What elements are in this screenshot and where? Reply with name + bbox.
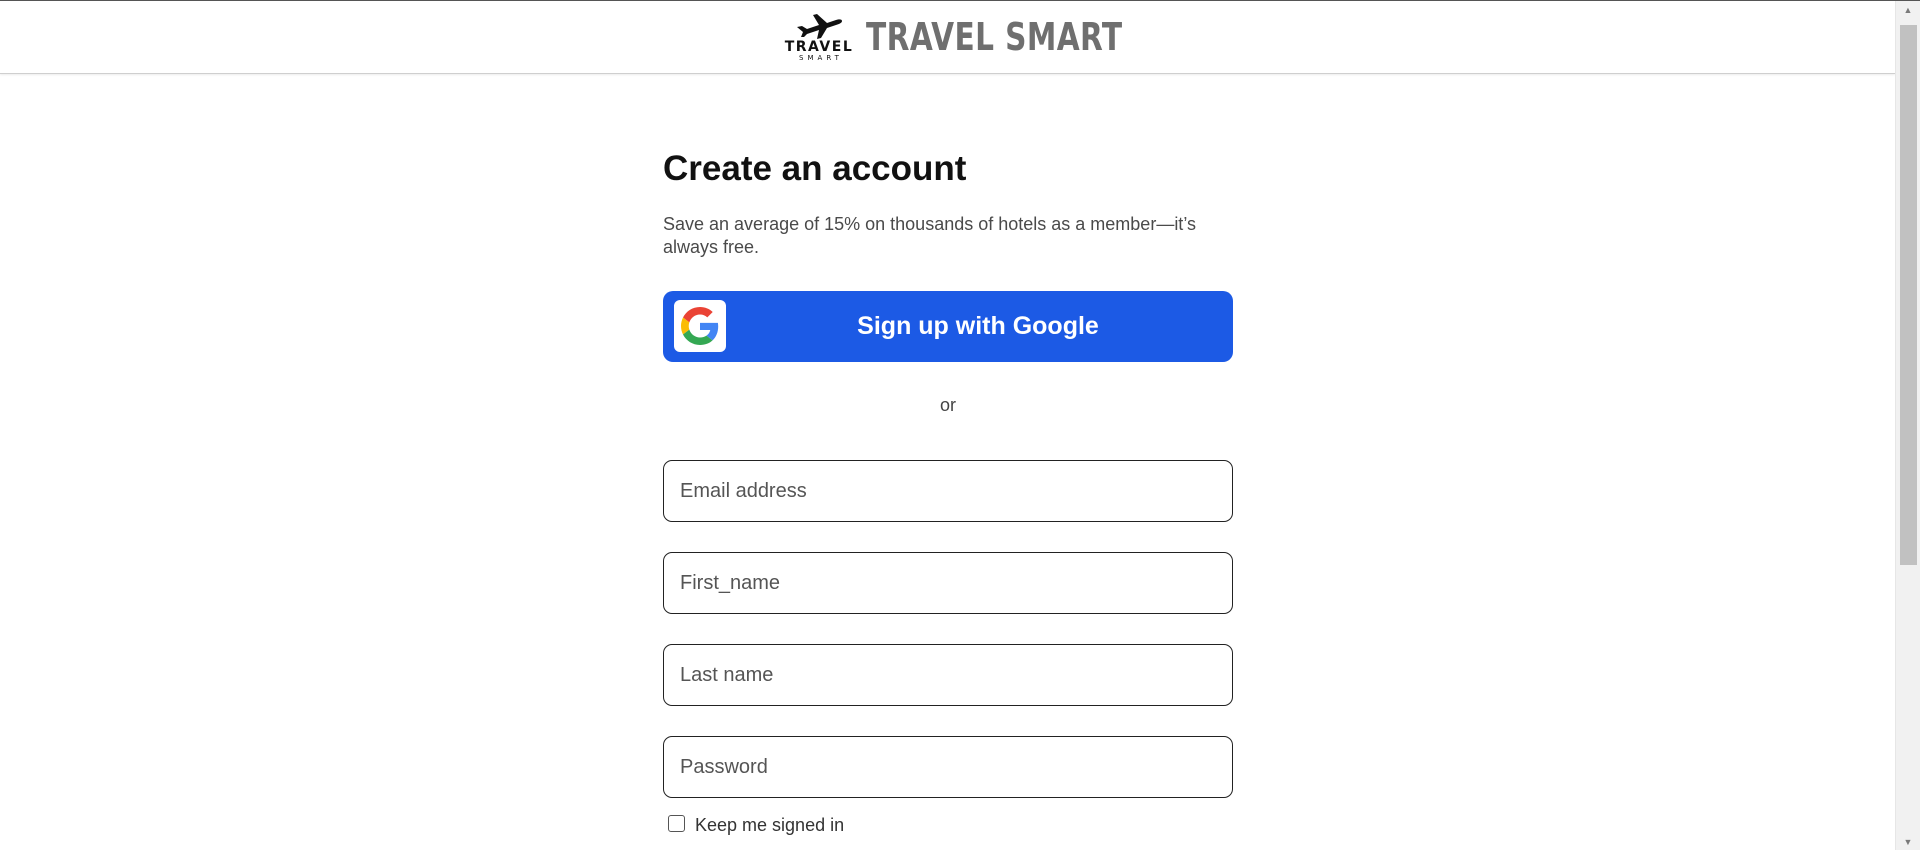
scroll-up-arrow-icon[interactable]: ▲: [1896, 1, 1920, 18]
page-subtitle: Save an average of 15% on thousands of h…: [663, 214, 1196, 257]
google-icon-box: [674, 300, 726, 352]
google-g-icon: [681, 307, 719, 345]
google-signup-label: Sign up with Google: [857, 312, 1099, 340]
keep-signed-in-label[interactable]: Keep me signed in: [695, 815, 844, 836]
logo-mark: TRAVEL SMART: [782, 13, 856, 62]
brand-name: TRAVEL SMART: [866, 15, 1123, 59]
password-field[interactable]: [663, 736, 1233, 798]
last-name-field[interactable]: [663, 644, 1233, 706]
email-field[interactable]: [663, 460, 1233, 522]
site-header: TRAVEL SMART TRAVEL SMART: [0, 1, 1895, 74]
vertical-scrollbar[interactable]: ▲ ▼: [1895, 1, 1920, 850]
brand-logo-link[interactable]: TRAVEL SMART TRAVEL SMART: [782, 13, 1123, 62]
signup-page: TRAVEL SMART TRAVEL SMART Create an acco…: [0, 1, 1895, 850]
page-title: Create an account: [663, 149, 967, 188]
browser-viewport: TRAVEL SMART TRAVEL SMART Create an acco…: [0, 0, 1920, 850]
logo-word-smart: SMART: [799, 53, 843, 62]
signup-form: Create an account Save an average of 15%…: [663, 149, 1233, 836]
logo-word-travel: TRAVEL: [784, 38, 854, 55]
keep-signed-in-checkbox[interactable]: [668, 815, 685, 832]
airplane-icon: [797, 13, 842, 39]
first-name-field[interactable]: [663, 552, 1233, 614]
scrollbar-thumb[interactable]: [1900, 25, 1917, 565]
or-divider: or: [939, 395, 956, 415]
scroll-down-arrow-icon[interactable]: ▼: [1896, 833, 1920, 850]
google-signup-button[interactable]: Sign up with Google: [663, 291, 1233, 362]
keep-signed-in-row: Keep me signed in: [668, 815, 1233, 836]
